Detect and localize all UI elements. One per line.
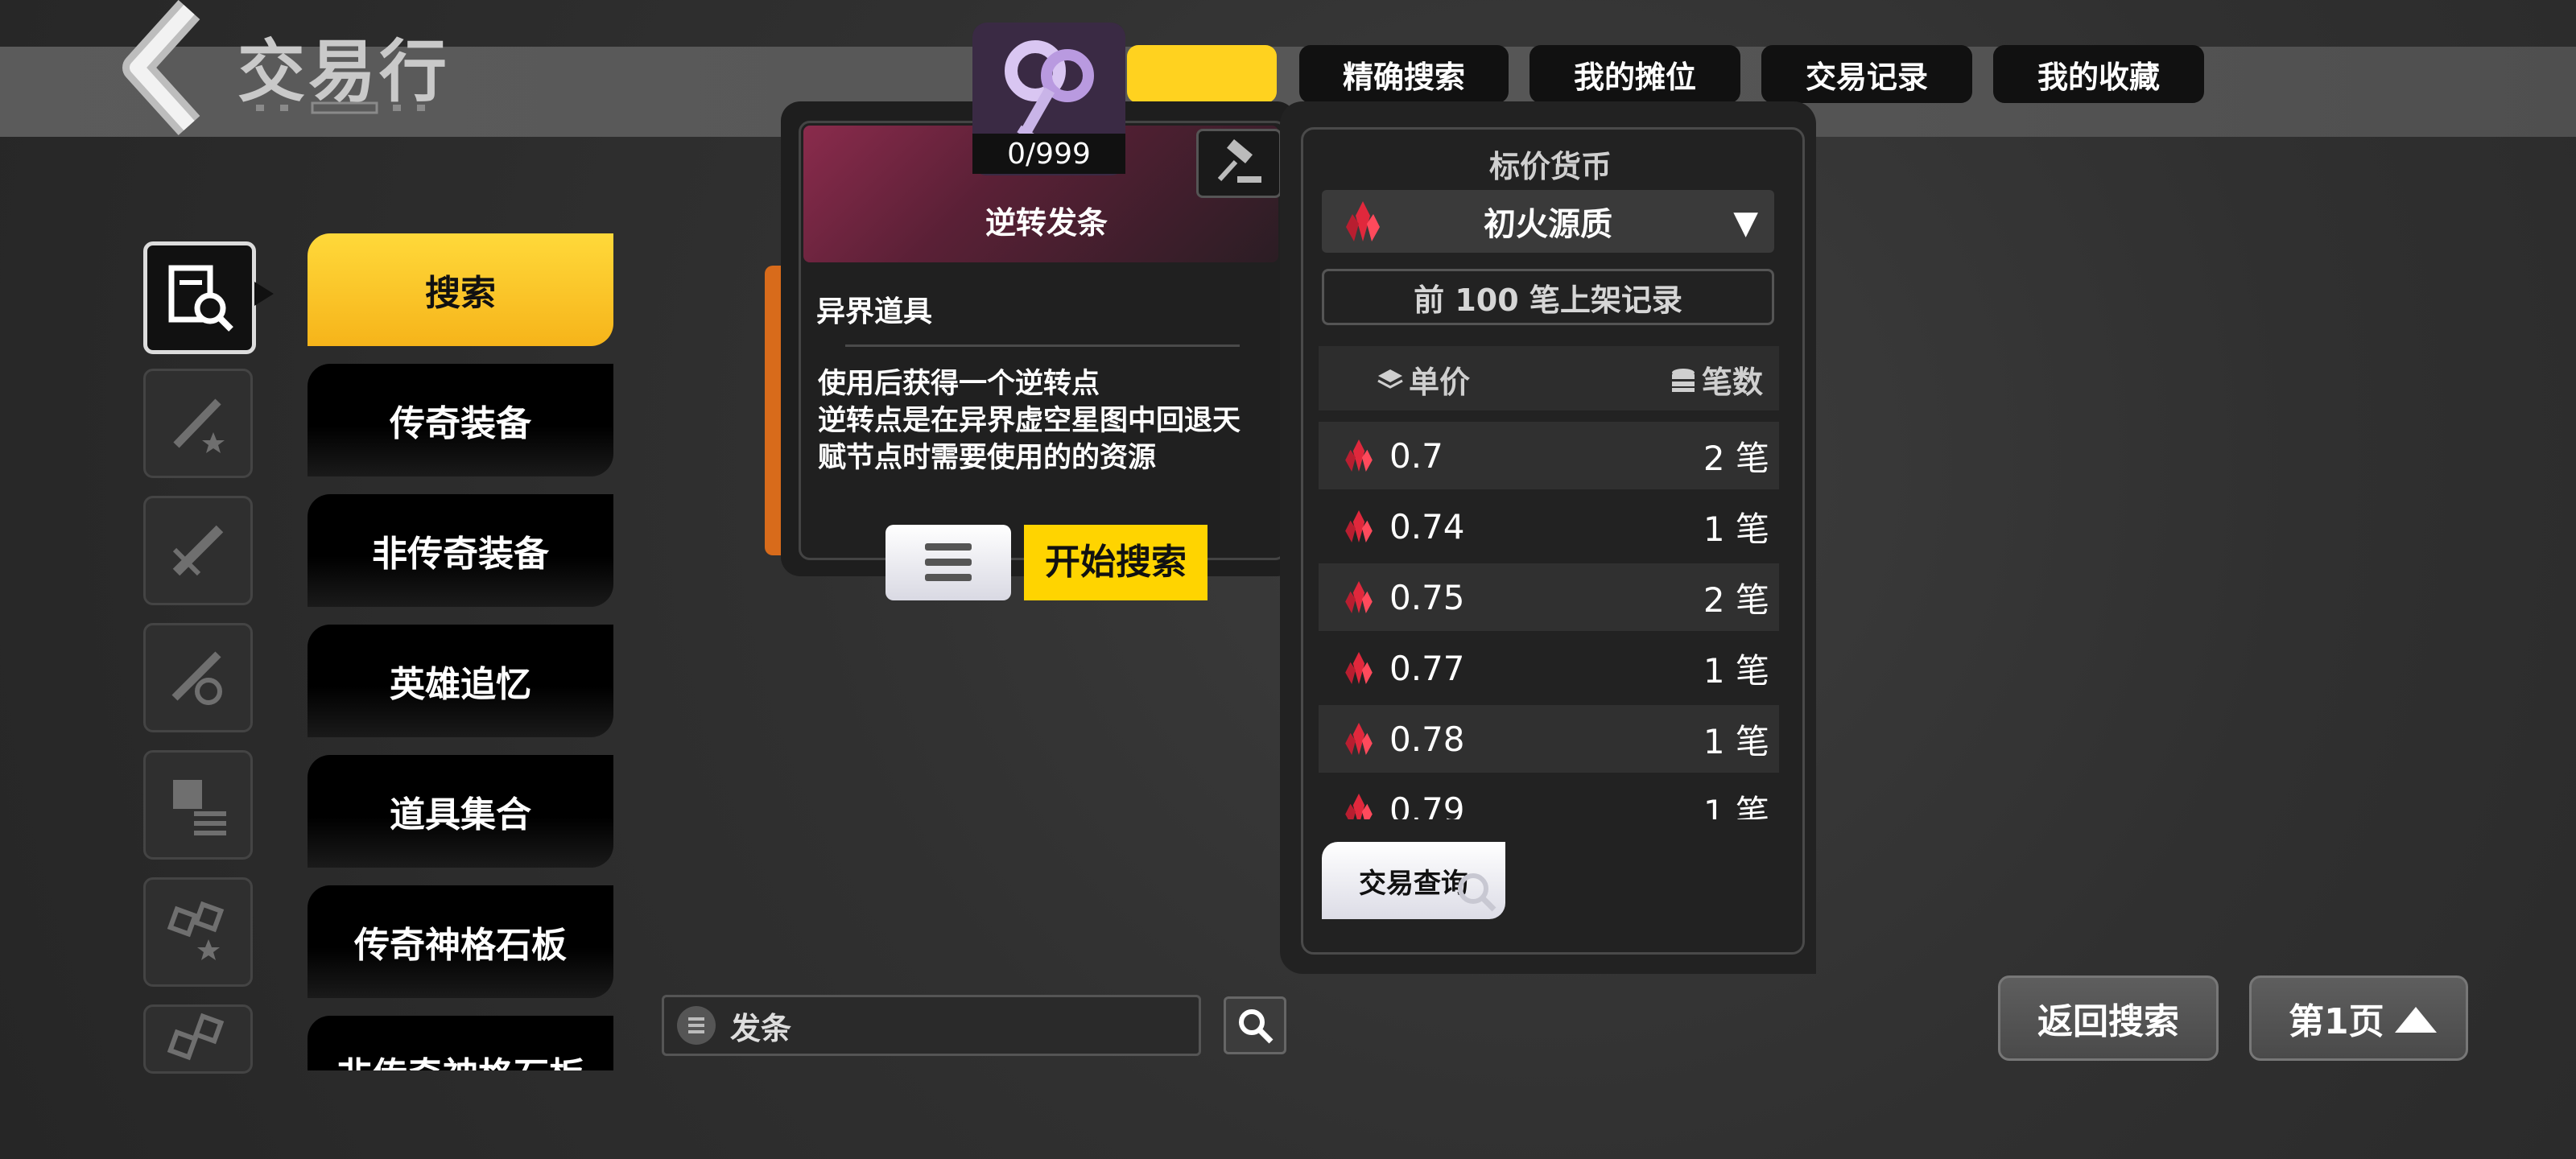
hamburger-icon xyxy=(925,543,972,581)
category-legendary-slate[interactable]: 传奇神格石板 xyxy=(308,885,613,998)
page-selector[interactable]: 第1页 xyxy=(2249,975,2468,1061)
red-crystal-icon xyxy=(1345,794,1373,819)
row-price: 0.79 xyxy=(1389,790,1465,820)
currency-select[interactable]: 初火源质 ▼ xyxy=(1322,190,1774,253)
currency-value: 初火源质 xyxy=(1484,206,1612,243)
price-row[interactable]: 0.7 2 笔 xyxy=(1319,422,1779,489)
document-search-icon xyxy=(168,265,233,332)
layers-icon xyxy=(1377,369,1403,389)
price-row[interactable]: 0.74 1 笔 xyxy=(1319,493,1779,560)
col-price-label: 单价 xyxy=(1409,365,1471,400)
row-count: 2 笔 xyxy=(1703,438,1769,478)
price-row[interactable]: 0.79 1 笔 xyxy=(1319,776,1779,819)
price-row[interactable]: 0.75 2 笔 xyxy=(1319,563,1779,631)
sword-icon xyxy=(172,525,224,576)
chevron-left-icon xyxy=(122,0,200,136)
active-pointer-icon xyxy=(254,282,274,306)
item-name: 逆转发条 xyxy=(985,205,1108,241)
price-row[interactable]: 0.77 1 笔 xyxy=(1319,634,1779,702)
search-value: 发条 xyxy=(730,1010,792,1046)
currency-label: 标价货币 xyxy=(1488,149,1612,184)
divider xyxy=(845,344,1240,347)
category-hero-memory[interactable]: 英雄追忆 xyxy=(308,625,613,737)
caret-up-icon xyxy=(2395,1007,2437,1033)
row-price: 0.75 xyxy=(1389,577,1465,617)
back-button[interactable] xyxy=(113,0,217,137)
item-description: 使用后获得一个逆转点 逆转点是在异界虚空星图中回退天 赋节点时需要使用的的资源 xyxy=(818,368,1241,474)
price-row[interactable]: 0.78 1 笔 xyxy=(1319,705,1779,773)
caret-down-icon: ▼ xyxy=(1733,204,1758,241)
non-legendary-gear-icon[interactable] xyxy=(143,496,253,605)
tab-my-stall[interactable]: 我的摊位 xyxy=(1530,45,1740,103)
start-search-label: 开始搜索 xyxy=(1045,542,1187,583)
category-search[interactable]: 搜索 xyxy=(308,233,613,346)
records-label: 前 100 笔上架记录 xyxy=(1322,269,1774,325)
coin-stack-icon xyxy=(1671,368,1695,392)
col-price-header: 单价 xyxy=(1377,357,1470,402)
category-item-collection[interactable]: 道具集合 xyxy=(308,755,613,868)
row-count: 1 笔 xyxy=(1703,792,1769,820)
non-legendary-slate-icon[interactable] xyxy=(143,1004,253,1074)
page-title: 交易行 xyxy=(237,32,451,111)
item-type: 异界道具 xyxy=(816,295,933,328)
item-collection-icon[interactable] xyxy=(143,750,253,860)
category-non-legendary-slate-clip: 非传奇神格石板 xyxy=(308,1016,613,1070)
search-input[interactable]: 发条 xyxy=(662,995,1201,1056)
return-search-button[interactable]: 返回搜索 xyxy=(1998,975,2219,1061)
price-list[interactable]: 0.7 2 笔 0.74 1 笔 0.75 2 笔 0.77 1 笔 0.78 … xyxy=(1319,422,1779,819)
tab-favorites[interactable]: 我的收藏 xyxy=(1993,45,2204,103)
item-count: 0/999 xyxy=(972,134,1125,174)
return-search-label: 返回搜索 xyxy=(2037,1001,2179,1042)
tab-trade-records[interactable]: 交易记录 xyxy=(1761,45,1972,103)
trade-query-label: 交易查询 xyxy=(1359,867,1468,900)
legendary-gear-icon[interactable] xyxy=(143,369,253,478)
category-non-legendary-slate[interactable]: 非传奇神格石板 xyxy=(308,1016,613,1070)
title-decoration xyxy=(256,101,425,114)
list-circle-icon xyxy=(677,1006,716,1045)
row-count: 1 笔 xyxy=(1703,509,1769,549)
red-crystal-icon xyxy=(1345,581,1373,613)
auction-button[interactable] xyxy=(1196,129,1282,198)
red-crystal-icon xyxy=(1345,652,1373,684)
hero-sword-icon xyxy=(171,651,222,705)
trade-query-button[interactable]: 交易查询 xyxy=(1322,842,1505,919)
tab-auction[interactable] xyxy=(1127,45,1277,103)
search-icon xyxy=(1239,1009,1274,1044)
col-count-label: 笔数 xyxy=(1701,365,1763,400)
red-crystal-icon xyxy=(1345,510,1373,542)
gavel-icon xyxy=(1217,138,1261,183)
row-price: 0.77 xyxy=(1389,648,1465,688)
search-button[interactable] xyxy=(1224,996,1286,1054)
search-category-icon[interactable] xyxy=(143,241,256,354)
category-non-legendary-gear[interactable]: 非传奇装备 xyxy=(308,494,613,607)
red-crystal-icon xyxy=(1345,439,1373,472)
slate-star-icon xyxy=(167,901,225,960)
row-price: 0.7 xyxy=(1389,435,1443,476)
sword-star-icon xyxy=(173,398,225,453)
slate-icon xyxy=(167,1013,225,1061)
tab-precise-search[interactable]: 精确搜索 xyxy=(1299,45,1509,103)
red-crystal-icon xyxy=(1345,723,1373,755)
item-list-icon xyxy=(173,780,226,835)
legendary-slate-icon[interactable] xyxy=(143,877,253,987)
start-search-button[interactable]: 开始搜索 xyxy=(1024,525,1208,600)
price-list-header: 单价 笔数 xyxy=(1319,346,1779,410)
row-count: 1 笔 xyxy=(1703,650,1769,691)
row-count: 2 笔 xyxy=(1703,580,1769,620)
page-label: 第1页 xyxy=(2289,1001,2384,1042)
col-count-header: 笔数 xyxy=(1670,357,1763,402)
category-legendary-gear[interactable]: 传奇装备 xyxy=(308,364,613,476)
row-price: 0.78 xyxy=(1389,719,1465,759)
magnifier-icon xyxy=(1458,873,1496,912)
row-count: 1 笔 xyxy=(1703,721,1769,761)
row-price: 0.74 xyxy=(1389,506,1465,547)
menu-button[interactable] xyxy=(886,525,1011,600)
hero-memory-icon[interactable] xyxy=(143,623,253,732)
